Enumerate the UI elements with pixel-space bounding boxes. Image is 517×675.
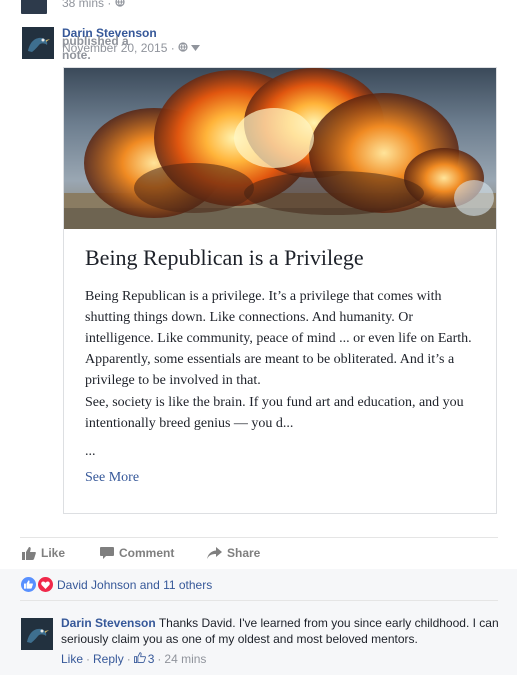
comment-meta: Like · Reply · 3 · 24 mins [61,652,207,666]
comment-body: Darin Stevenson Thanks David. I've learn… [61,615,501,647]
love-reaction-icon [38,577,53,592]
post-date-line: November 20, 2015 · [62,41,201,55]
chevron-down-icon[interactable] [191,41,201,55]
share-arrow-icon [207,547,222,559]
commenter-name[interactable]: Darin Stevenson [61,616,156,630]
globe-icon [115,0,125,10]
comment-reply-link[interactable]: Reply [93,652,124,666]
comment-time[interactable]: 24 mins [164,652,206,666]
thumbs-up-icon [22,546,36,560]
comment-icon [100,546,114,560]
thumbs-up-outline-icon [133,652,146,666]
previous-avatar[interactable] [21,0,47,14]
share-label: Share [227,546,261,560]
comments-divider [20,600,498,601]
comment-like-count[interactable]: 3 [148,652,155,666]
globe-icon [178,41,191,55]
comment-label: Comment [119,546,175,560]
post-date[interactable]: November 20, 2015 [62,41,167,55]
comment-like-link[interactable]: Like [61,652,83,666]
note-card[interactable]: Being Republican is a Privilege Being Re… [63,67,497,514]
post-author-line: Darin Stevenson published a note. [62,26,157,62]
note-cover-image[interactable] [64,68,496,229]
comment-likes[interactable]: 3 [133,652,155,666]
previous-meta: 38 mins · [62,0,125,10]
action-bar: Like Comment Share [20,537,498,570]
note-paragraph-2: See, society is like the brain. If you f… [85,395,464,431]
reactions-summary-text[interactable]: David Johnson and 11 others [57,578,212,592]
commenter-avatar[interactable] [21,618,53,650]
note-title[interactable]: Being Republican is a Privilege [85,245,364,271]
separator-dot: · [107,0,115,10]
previous-time[interactable]: 38 mins [62,0,104,10]
comment-button[interactable]: Comment [100,546,174,560]
note-ellipsis: ... [85,444,96,459]
see-more-link[interactable]: See More [85,470,139,486]
like-label: Like [41,546,66,560]
reactions-summary[interactable]: David Johnson and 11 others [21,577,212,592]
like-button[interactable]: Like [22,546,65,560]
author-avatar[interactable] [22,27,54,59]
like-reaction-icon [21,577,36,592]
share-button[interactable]: Share [207,546,260,560]
note-paragraph-1: Being Republican is a privilege. It’s a … [85,289,472,388]
